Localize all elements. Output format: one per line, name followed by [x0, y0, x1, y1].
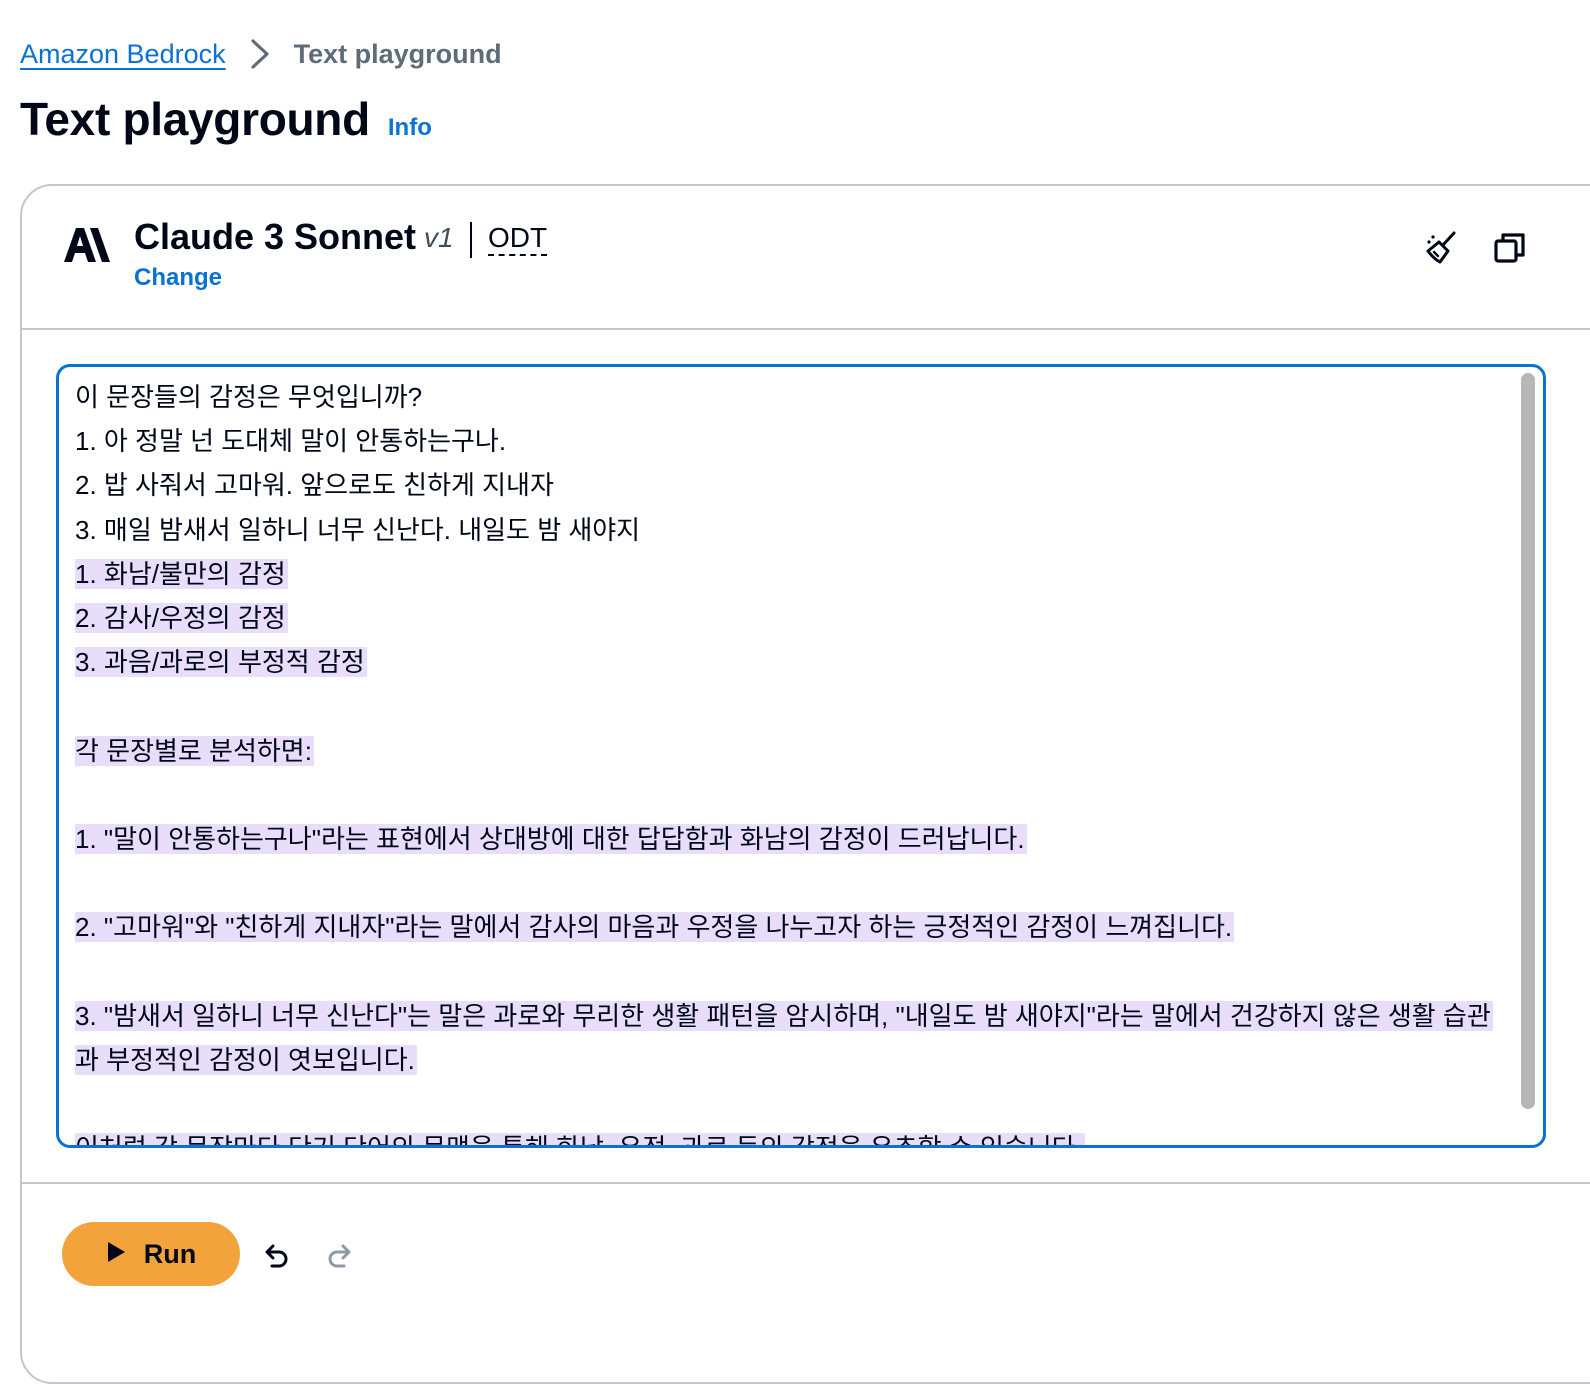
editor-content: 이 문장들의 감정은 무엇입니까? 1. 아 정말 넌 도대체 말이 안통하는구… [75, 375, 1505, 1145]
response-line: 3. "밤새서 일하니 너무 신난다"는 말은 과로와 무리한 생활 패턴을 암… [75, 1000, 1493, 1031]
response-line: 과 부정적인 감정이 엿보입니다. [75, 1044, 417, 1075]
prompt-line: 이 문장들의 감정은 무엇입니까? [75, 382, 423, 412]
breadcrumb: Amazon Bedrock Text playground [20, 34, 502, 74]
throughput-odt-label[interactable]: ODT [488, 222, 548, 256]
model-version: v1 [424, 222, 454, 253]
scrollbar-thumb[interactable] [1521, 373, 1535, 1109]
response-line: 3. 과음/과로의 부정적 감정 [75, 647, 367, 678]
undo-icon[interactable] [254, 1234, 298, 1278]
response-line: 1. 화남/불만의 감정 [75, 558, 288, 589]
change-model-link[interactable]: Change [134, 264, 222, 292]
playground-panel: Claude 3 Sonnet v1 ODT Change 이 문장들의 감정은… [20, 184, 1590, 1384]
footer-divider [22, 1182, 1590, 1184]
breadcrumb-amazon-bedrock-link[interactable]: Amazon Bedrock [20, 34, 226, 74]
response-blank-line [75, 861, 1505, 905]
prompt-editor[interactable]: 이 문장들의 감정은 무엇입니까? 1. 아 정말 넌 도대체 말이 안통하는구… [56, 364, 1546, 1148]
prompt-line: 1. 아 정말 넌 도대체 말이 안통하는구나. [75, 426, 507, 457]
info-link[interactable]: Info [388, 114, 432, 142]
response-blank-line [75, 1082, 1505, 1126]
breadcrumb-current: Text playground [293, 39, 502, 69]
response-blank-line [75, 684, 1505, 728]
page-title: Text playground [20, 93, 370, 145]
broom-icon[interactable] [1420, 226, 1464, 270]
chevron-right-icon [240, 34, 280, 74]
response-line: 이처럼 각 문장마다 단기 단어의 문맥을 통해 화남, 우정, 과로 등의 감… [75, 1126, 1505, 1145]
editor-scrollbar[interactable] [1519, 373, 1537, 1139]
response-blank-line [75, 773, 1505, 817]
page-header: Text playground Info [20, 92, 432, 146]
run-button[interactable]: Run [62, 1222, 240, 1286]
redo-icon[interactable] [318, 1234, 362, 1278]
response-line: 1. "말이 안통하는구나"라는 표현에서 상대방에 대한 답답함과 화남의 감… [75, 823, 1027, 854]
prompt-line: 2. 밥 사줘서 고마워. 앞으로도 친하게 지내자 [75, 470, 554, 501]
response-line: 각 문장별로 분석하면: [75, 735, 314, 766]
model-header: Claude 3 Sonnet v1 ODT Change [22, 186, 1590, 330]
run-button-label: Run [143, 1238, 197, 1269]
prompt-line: 3. 매일 밤새서 일하니 너무 신난다. 내일도 밤 새야지 [75, 514, 641, 545]
copy-icon[interactable] [1488, 226, 1532, 270]
response-line: 2. 감사/우정의 감정 [75, 602, 288, 633]
play-icon [106, 1241, 126, 1268]
anthropic-logo-icon [62, 224, 112, 264]
response-line: 2. "고마워"와 "친하게 지내자"라는 말에서 감사의 마음과 우정을 나누… [75, 912, 1235, 943]
response-blank-line [75, 949, 1505, 993]
model-name: Claude 3 Sonnet [134, 216, 417, 257]
model-divider [470, 222, 472, 258]
